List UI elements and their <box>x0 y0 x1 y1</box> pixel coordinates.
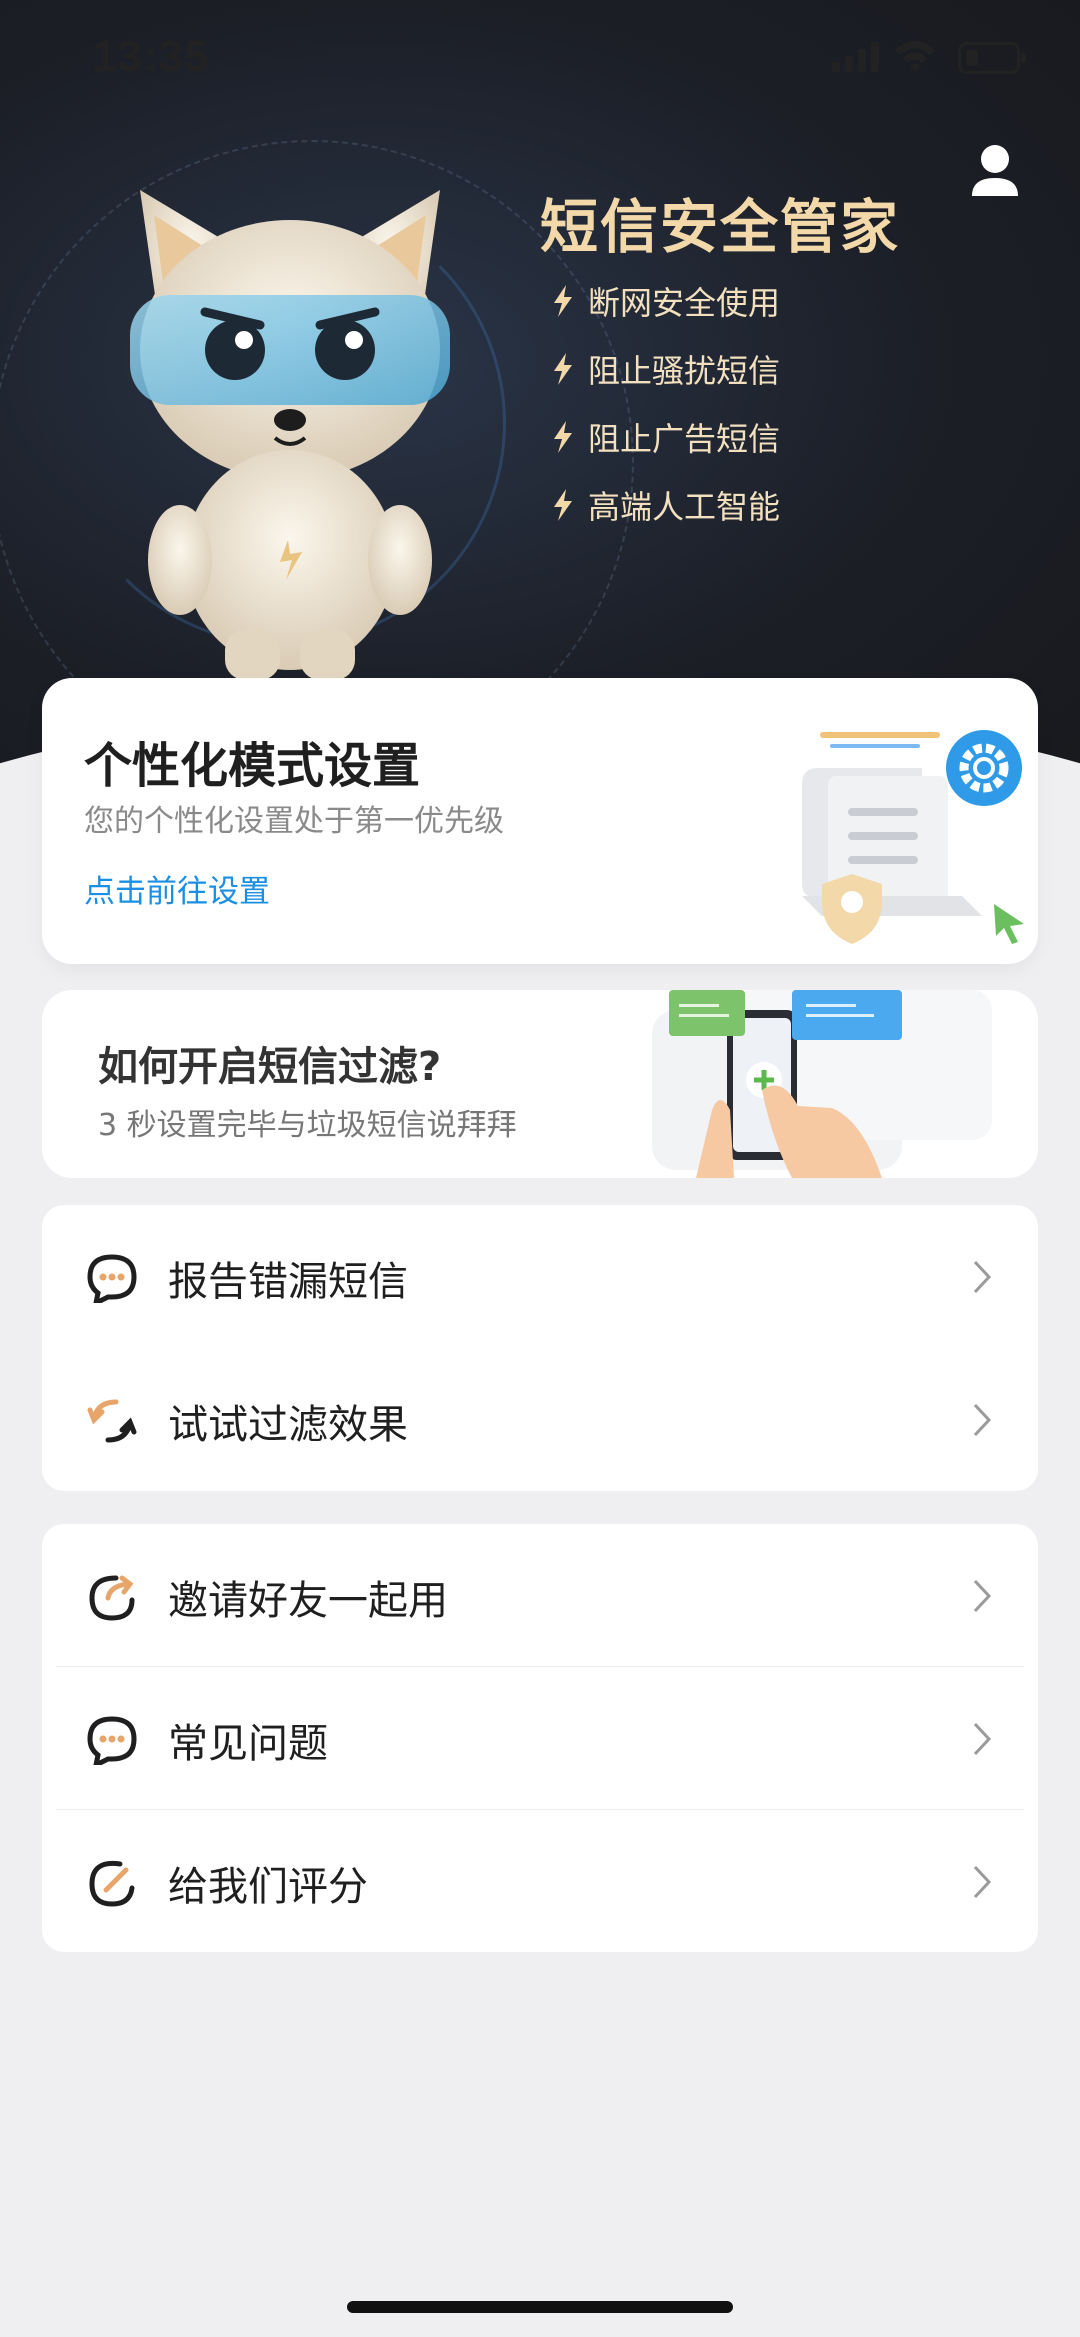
menu-item-report-sms[interactable]: 报告错漏短信 <box>42 1205 1038 1348</box>
lightning-icon <box>554 489 572 521</box>
menu-item-label: 常见问题 <box>168 1721 328 1767</box>
menu-item-faq[interactable]: 常见问题 <box>42 1667 1038 1810</box>
menu-item-label: 给我们评分 <box>168 1864 368 1910</box>
menu-group-more: 邀请好友一起用 常见问题 给我们评分 <box>42 1524 1038 1952</box>
chat-bubble-icon <box>87 1716 137 1765</box>
home-indicator[interactable] <box>347 2301 733 2313</box>
sms-filter-guide-card[interactable]: 如何开启短信过滤? 3 秒设置完毕与垃圾短信说拜拜 <box>42 990 1038 1178</box>
refresh-icon <box>87 1399 137 1443</box>
chevron-right-icon <box>973 1865 992 1899</box>
feature-label: 阻止骚扰短信 <box>588 352 781 390</box>
lightning-icon <box>554 285 572 317</box>
chat-bubble-icon <box>87 1254 137 1303</box>
card-subtitle: 您的个性化设置处于第一优先级 <box>84 804 504 839</box>
menu-item-rate-us[interactable]: 给我们评分 <box>42 1810 1038 1953</box>
card-title: 个性化模式设置 <box>84 738 421 794</box>
menu-item-invite-friends[interactable]: 邀请好友一起用 <box>42 1524 1038 1667</box>
go-settings-link[interactable]: 点击前往设置 <box>84 866 270 911</box>
menu-group-feedback: 报告错漏短信 试试过滤效果 <box>42 1205 1038 1491</box>
menu-item-label: 邀请好友一起用 <box>168 1578 448 1624</box>
menu-item-label: 报告错漏短信 <box>168 1259 408 1305</box>
feature-item: 阻止广告短信 <box>552 414 780 460</box>
phone-hand-illustration <box>652 990 992 1178</box>
feature-item: 阻止骚扰短信 <box>552 346 780 392</box>
settings-illustration <box>802 730 1024 944</box>
chevron-right-icon <box>973 1722 992 1756</box>
chevron-right-icon <box>973 1579 992 1613</box>
feature-item: 高端人工智能 <box>552 482 780 528</box>
wifi-icon <box>895 41 935 72</box>
profile-icon[interactable] <box>970 144 1020 200</box>
status-bar: 13:35 <box>0 0 1080 120</box>
feature-label: 断网安全使用 <box>588 284 781 322</box>
cellular-signal-icon <box>832 42 879 72</box>
menu-item-try-filter[interactable]: 试试过滤效果 <box>42 1348 1038 1491</box>
hero-title: 短信安全管家 <box>540 193 901 261</box>
lightning-icon <box>554 421 572 453</box>
lightning-icon <box>554 353 572 385</box>
status-time: 13:35 <box>92 32 210 81</box>
feature-label: 阻止广告短信 <box>588 420 781 458</box>
card-title: 如何开启短信过滤? <box>98 1044 442 1090</box>
share-icon <box>89 1575 135 1621</box>
personalize-mode-card[interactable]: 个性化模式设置 您的个性化设置处于第一优先级 点击前往设置 <box>42 678 1038 964</box>
chevron-right-icon <box>973 1260 992 1294</box>
feature-label: 高端人工智能 <box>588 488 781 526</box>
chevron-right-icon <box>973 1403 992 1437</box>
menu-item-label: 试试过滤效果 <box>168 1402 408 1448</box>
mascot-dog-illustration <box>130 190 450 680</box>
card-subtitle: 3 秒设置完毕与垃圾短信说拜拜 <box>98 1108 517 1143</box>
battery-icon <box>958 42 1026 74</box>
feature-item: 断网安全使用 <box>552 278 780 324</box>
rate-pen-icon <box>89 1860 135 1907</box>
